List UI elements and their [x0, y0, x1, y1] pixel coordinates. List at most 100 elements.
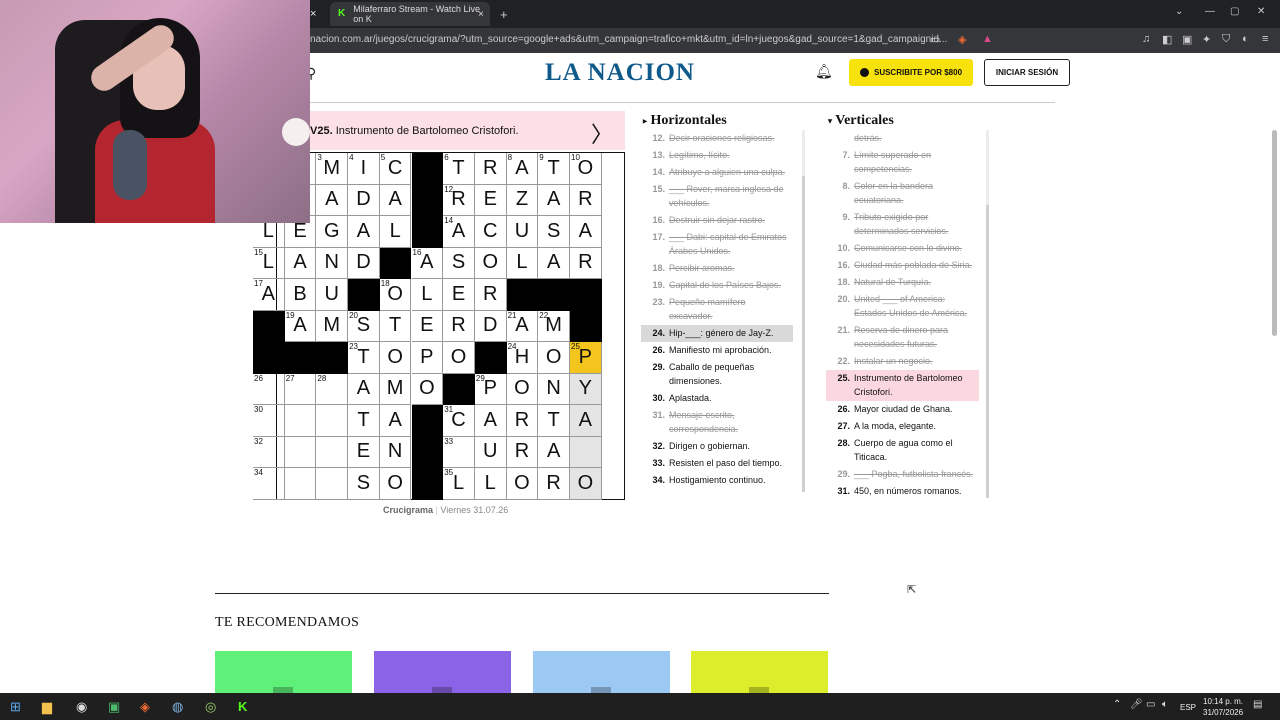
grid-cell[interactable]: D — [348, 184, 380, 216]
grid-cell[interactable] — [411, 153, 444, 185]
browser-tab[interactable]: K Milaferraro Stream - Watch Live on K — [330, 2, 490, 26]
grid-cell[interactable] — [411, 184, 444, 216]
grid-cell[interactable]: R — [570, 247, 602, 279]
verticales-scroll-thumb[interactable] — [986, 205, 989, 498]
grid-cell[interactable]: M3 — [316, 153, 349, 185]
grid-cell[interactable]: A — [348, 373, 380, 405]
grid-cell[interactable]: I4 — [348, 153, 380, 185]
site-logo[interactable]: LA NACION — [545, 59, 695, 87]
grid-cell[interactable] — [411, 436, 444, 468]
grid-cell[interactable]: L 15 — [253, 247, 285, 279]
screen-cast-icon[interactable]: ▭ — [930, 33, 940, 46]
grid-cell[interactable]: T — [538, 405, 570, 437]
grid-cell[interactable]: A — [538, 436, 570, 468]
grid-cell[interactable]: E — [474, 184, 507, 216]
grid-cell[interactable]: P — [411, 342, 444, 374]
grid-cell[interactable]: A8 — [506, 153, 539, 185]
grid-cell[interactable]: D — [474, 310, 507, 342]
grid-cell[interactable]: T6 — [443, 153, 475, 185]
grid-cell[interactable] — [443, 373, 475, 405]
clue-item[interactable]: 20. United ___ of America: Estados Unidos… — [826, 291, 979, 322]
grid-cell[interactable] — [474, 342, 507, 374]
clue-item[interactable]: 15. ___ Rover, marca inglesa de vehículos… — [641, 181, 793, 212]
horizontales-scroll-thumb[interactable] — [802, 176, 805, 492]
grid-cell[interactable]: A 14 — [443, 216, 475, 248]
grid-cell[interactable]: R — [538, 468, 570, 500]
clue-item[interactable]: 16. Destruir sin dejar rastro. — [641, 212, 793, 229]
grid-cell[interactable]: P 29 — [474, 373, 507, 405]
grid-cell[interactable]: T9 — [538, 153, 570, 185]
network-icon[interactable]: ▭ — [1146, 699, 1155, 710]
notifications-icon[interactable]: ▤ — [1253, 699, 1262, 710]
leo-icon[interactable]: ◐ — [1242, 33, 1249, 45]
grid-cell[interactable]: 27 — [284, 373, 317, 405]
grid-cell[interactable] — [284, 342, 317, 374]
brave-shield-icon[interactable]: ◈ — [958, 33, 966, 46]
grid-cell[interactable]: A — [316, 184, 349, 216]
grid-cell[interactable] — [253, 342, 285, 374]
clue-item[interactable]: 34. Hostigamiento continuo. — [641, 472, 793, 489]
grid-cell[interactable]: 30 — [253, 405, 285, 437]
grid-cell[interactable]: M — [316, 310, 349, 342]
grid-cell[interactable]: N — [538, 373, 570, 405]
grid-cell[interactable] — [284, 468, 317, 500]
grid-cell[interactable]: R — [570, 184, 602, 216]
microphone-icon[interactable]: 🎤︎ — [1130, 699, 1143, 710]
grid-cell[interactable]: T 23 — [348, 342, 380, 374]
new-tab-button[interactable]: + — [500, 2, 508, 26]
clue-item[interactable]: 26. Mayor ciudad de Ghana. — [826, 401, 979, 418]
clue-item[interactable]: 29. Caballo de pequeñas dimensiones. — [641, 359, 793, 390]
chevron-up-icon[interactable]: ⌃ — [1113, 699, 1121, 710]
grid-cell[interactable]: D — [348, 247, 380, 279]
close-icon[interactable]: ✕ — [1257, 6, 1265, 17]
clue-item[interactable]: 9. Tributo exigido por determinados servi… — [826, 209, 979, 240]
clue-item[interactable]: 21. Reserva de dinero para necesidades fu… — [826, 322, 979, 353]
recommend-card[interactable] — [533, 651, 670, 693]
clue-item[interactable]: 8. Color en la bandera ecuatoriana. — [826, 178, 979, 209]
clue-item[interactable]: 30. Aplastada. — [641, 390, 793, 407]
brave-rewards-icon[interactable]: ▲ — [982, 33, 993, 45]
recommend-card[interactable] — [374, 651, 511, 693]
grid-cell[interactable]: A 19 — [284, 310, 317, 342]
grid-cell[interactable]: U — [316, 279, 349, 311]
chevron-down-icon[interactable]: ⌄ — [1175, 6, 1183, 17]
grid-cell[interactable]: A — [284, 247, 317, 279]
clue-item[interactable]: 19. Capital de los Países Bajos. — [641, 277, 793, 294]
grid-cell[interactable]: R — [474, 153, 507, 185]
grid-cell[interactable] — [538, 279, 570, 311]
grid-cell[interactable]: L — [506, 247, 539, 279]
clock-time[interactable]: 10:14 p. m. — [1203, 697, 1243, 706]
grid-cell[interactable] — [411, 468, 444, 500]
windows-start-icon[interactable]: ⊞ — [10, 699, 21, 715]
recommend-card[interactable] — [691, 651, 828, 693]
grid-cell[interactable]: A — [379, 405, 412, 437]
grid-cell[interactable]: A — [570, 405, 602, 437]
grid-cell[interactable]: S — [348, 468, 380, 500]
music-icon[interactable]: ♫ — [1142, 33, 1150, 45]
grid-cell[interactable]: O 18 — [379, 279, 412, 311]
grid-cell[interactable]: A — [538, 247, 570, 279]
grid-cell[interactable]: E — [443, 279, 475, 311]
clue-item[interactable]: 26. Manifiesto mi aprobación. — [641, 342, 793, 359]
clue-item[interactable]: 7. Límite superado en competencias. — [826, 147, 979, 178]
grid-cell[interactable]: U — [506, 216, 539, 248]
tab-close-button[interactable]: × — [310, 2, 324, 26]
grid-cell[interactable] — [348, 279, 380, 311]
grid-cell[interactable]: O — [506, 468, 539, 500]
grid-cell[interactable]: M — [379, 373, 412, 405]
grid-cell[interactable] — [506, 279, 539, 311]
grid-cell[interactable]: A — [348, 216, 380, 248]
steam-icon[interactable]: ◍ — [172, 699, 183, 715]
grid-cell[interactable] — [411, 216, 444, 248]
tab-close-button[interactable]: × — [478, 2, 490, 26]
recommend-card[interactable] — [215, 651, 352, 693]
login-button[interactable]: INICIAR SESIÓN — [984, 59, 1070, 86]
grid-cell[interactable]: N — [316, 247, 349, 279]
grid-cell[interactable]: U — [474, 436, 507, 468]
clue-item[interactable]: 28. Cuerpo de agua como el Titicaca. — [826, 435, 979, 466]
grid-cell[interactable] — [316, 342, 349, 374]
grid-cell[interactable]: G — [316, 216, 349, 248]
clue-item[interactable]: 33. Resisten el paso del tiempo. — [641, 455, 793, 472]
grid-cell[interactable]: B — [284, 279, 317, 311]
volume-icon[interactable]: 🔈︎ — [1162, 699, 1168, 710]
